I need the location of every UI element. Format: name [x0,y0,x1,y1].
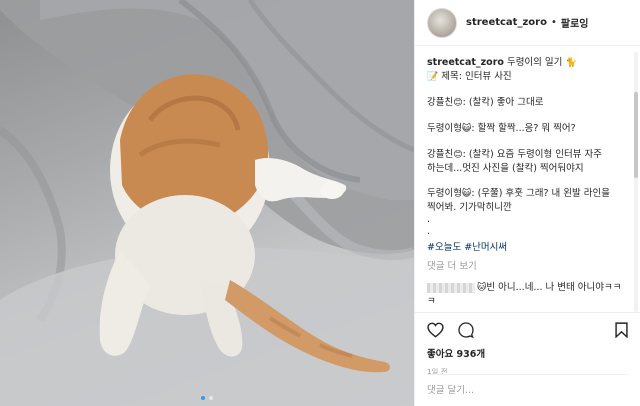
add-comment-bar [427,374,628,406]
dialogue-text: : (찰칵) 좋아 그대로 [462,97,544,108]
dialogue-line: 두령이형😺: 할짝 할짝...응? 뭐 찍어? [427,122,628,136]
blurred-username[interactable] [427,282,475,293]
dialogue-speaker: 강플친 [427,97,454,108]
dialogue-speaker: 두령이형 [427,123,462,134]
caption-title: 두령이의 일기 [506,57,563,68]
smile-emoji-icon: 😊 [453,98,463,108]
dialogue-line: 강플친😊: (찰칵) 요즘 두령이형 인터뷰 자주 하는데...멋진 사진을 (… [427,148,628,175]
post-photo[interactable] [0,0,414,406]
comments-scrollbar[interactable] [634,52,638,312]
dialogue-speaker: 두령이형 [427,188,462,199]
dialogue-line: 두령이형😺: (우쭐) 후훗 그래? 내 왼발 라인을 찍어봐. 기가막히니깐 [427,187,628,214]
scrollbar-thumb[interactable] [634,92,638,178]
caption-subject-line: 📝 제목: 인터뷰 사진 [427,70,628,84]
cat-face-emoji-icon: 😺 [461,189,472,199]
post-side-panel: streetcat_zoro • 팔로잉 streetcat_zoro 두령이의… [414,0,640,406]
spacer-dot: . [427,214,431,225]
carousel-indicator [0,396,414,400]
post-header: streetcat_zoro • 팔로잉 [415,0,640,46]
caption-title-line: streetcat_zoro 두령이의 일기 🐈 [427,56,628,70]
bookmark-icon[interactable] [615,322,628,338]
hashtag-link[interactable]: #오늘도 [427,242,461,253]
load-more-comments[interactable]: 댓글 더 보기 [427,260,628,273]
comments-section[interactable]: streetcat_zoro 두령이의 일기 🐈 📝 제목: 인터뷰 사진 강플… [415,46,640,312]
comment-icon[interactable] [458,322,474,338]
cat-emoji-icon: 🐱 [477,283,487,293]
dialogue-speaker: 강플친 [427,149,454,160]
instagram-post: streetcat_zoro • 팔로잉 streetcat_zoro 두령이의… [0,0,640,406]
memo-emoji-icon: 📝 [427,72,439,82]
comment-input[interactable] [427,385,607,396]
action-icons [427,321,628,339]
caption-subject: 제목: 인터뷰 사진 [441,71,512,82]
spacer-dot: . [427,226,431,237]
carousel-dot-active[interactable] [201,396,205,400]
carousel-dot[interactable] [209,396,213,400]
comment-item: 🐱빈 아니...네... 나 변태 아니야ㅋㅋㅋ [427,281,628,308]
cat-face-emoji-icon: 😺 [461,124,472,134]
hashtag-link[interactable]: #난머시써 [464,242,507,253]
following-button[interactable]: 팔로잉 [561,15,589,30]
like-count[interactable]: 좋아요 936개 [427,346,628,360]
dialogue-line: 강플친😊: (찰칵) 좋아 그대로 [427,96,628,110]
heart-icon[interactable] [427,322,444,338]
header-separator: • [550,17,557,28]
post-actions: 좋아요 936개 1일 전 [415,312,640,376]
header-username[interactable]: streetcat_zoro [466,17,547,28]
hashtags: #오늘도 #난머시써 [427,241,628,254]
avatar[interactable] [427,7,457,38]
cat-photo-illustration [0,0,414,406]
dialogue-text: : 할짝 할짝...응? 뭐 찍어? [471,123,576,134]
smile-emoji-icon: 😊 [453,150,463,160]
cat-emoji-icon: 🐈 [565,58,577,68]
caption-username[interactable]: streetcat_zoro [427,57,504,68]
